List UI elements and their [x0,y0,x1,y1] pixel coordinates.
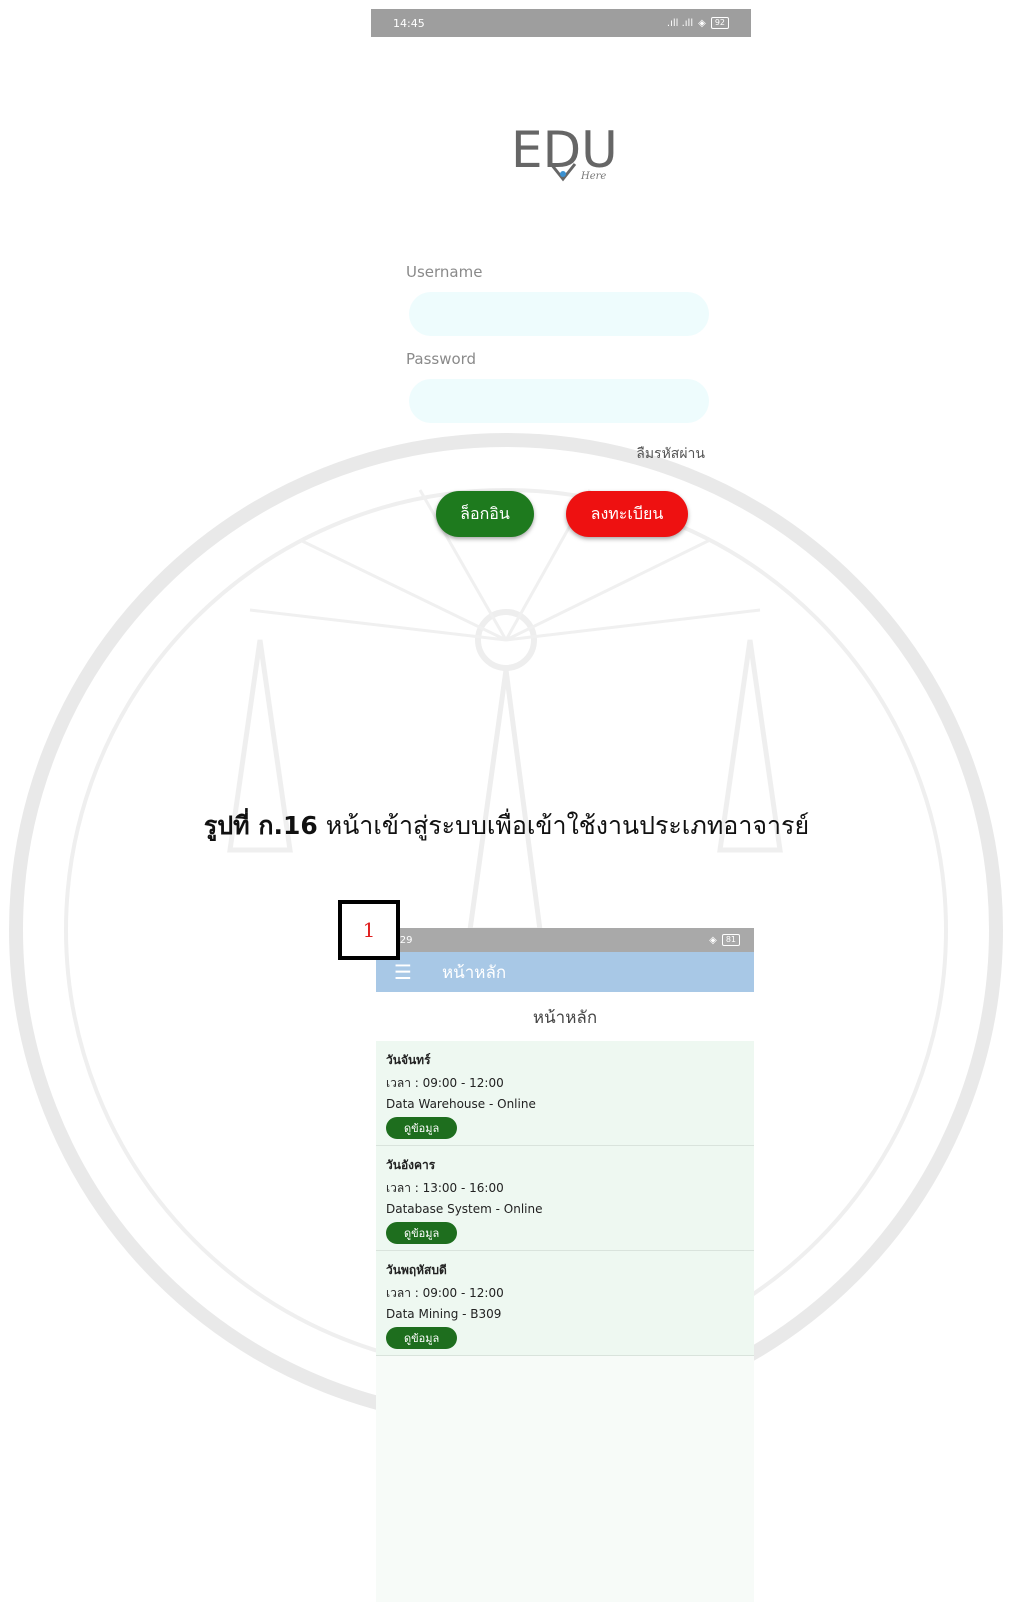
status-time: 14:45 [393,16,425,30]
course-name: Database System - Online [386,1202,543,1216]
login-screen: 14:45 .ıll .ıll ◈ 92 EDU Here Username P… [371,9,751,569]
figure-text: หน้าเข้าสู่ระบบเพื่อเข้าใช้งานประเภทอาจา… [325,811,810,840]
status-bar-home: 3:29 ◈ 81 [376,928,754,952]
status-icons-home: ◈ 81 [709,934,740,946]
home-screen: 3:29 ◈ 81 ☰ หน้าหลัก หน้าหลัก วันจันทร์ … [376,928,754,1602]
annotation-marker: 1 [338,900,400,960]
view-details-button[interactable]: ดูข้อมูล [386,1222,458,1244]
page-heading: หน้าหลัก [376,992,754,1041]
signal-icon: .ıll .ıll [666,17,694,29]
course-day: วันพฤหัสบดี [386,1263,447,1277]
figure-caption: รูปที่ ก.16 หน้าเข้าสู่ระบบเพื่อเข้าใช้ง… [0,806,1013,846]
app-bar: ☰ หน้าหลัก [376,952,754,992]
course-day: วันจันทร์ [386,1053,431,1067]
svg-text:Here: Here [580,171,606,182]
battery-icon: 92 [710,17,729,29]
hamburger-menu-icon[interactable]: ☰ [394,960,412,984]
password-input[interactable] [409,379,709,423]
annotation-number: 1 [362,918,376,942]
username-label: Username [406,263,483,281]
course-time: เวลา : 09:00 - 12:00 [386,1076,504,1090]
view-details-button[interactable]: ดูข้อมูล [386,1327,458,1349]
login-button[interactable]: ล็อกอิน [436,491,534,537]
wifi-icon-home: ◈ [709,934,717,946]
course-time: เวลา : 13:00 - 16:00 [386,1181,504,1195]
course-item: วันจันทร์ เวลา : 09:00 - 12:00 Data Ware… [376,1041,754,1146]
username-input[interactable] [409,292,709,336]
course-time: เวลา : 09:00 - 12:00 [386,1286,504,1300]
course-item: วันอังคาร เวลา : 13:00 - 16:00 Database … [376,1146,754,1251]
course-item: วันพฤหัสบดี เวลา : 09:00 - 12:00 Data Mi… [376,1251,754,1356]
view-details-button[interactable]: ดูข้อมูล [386,1117,458,1139]
register-button[interactable]: ลงทะเบียน [566,491,688,537]
course-name: Data Mining - B309 [386,1307,502,1321]
appbar-title: หน้าหลัก [441,962,507,983]
figure-label: รูปที่ ก.16 [203,811,318,840]
course-day: วันอังคาร [386,1158,436,1172]
password-label: Password [406,350,477,368]
course-name: Data Warehouse - Online [386,1097,536,1111]
battery-icon-home: 81 [721,934,740,946]
wifi-icon: ◈ [698,17,706,29]
edu-logo: EDU Here [511,121,618,182]
status-bar: 14:45 .ıll .ıll ◈ 92 [371,9,751,37]
status-icons: .ıll .ıll ◈ 92 [667,17,729,29]
forgot-password-link[interactable]: ลืมรหัสผ่าน [636,443,705,465]
